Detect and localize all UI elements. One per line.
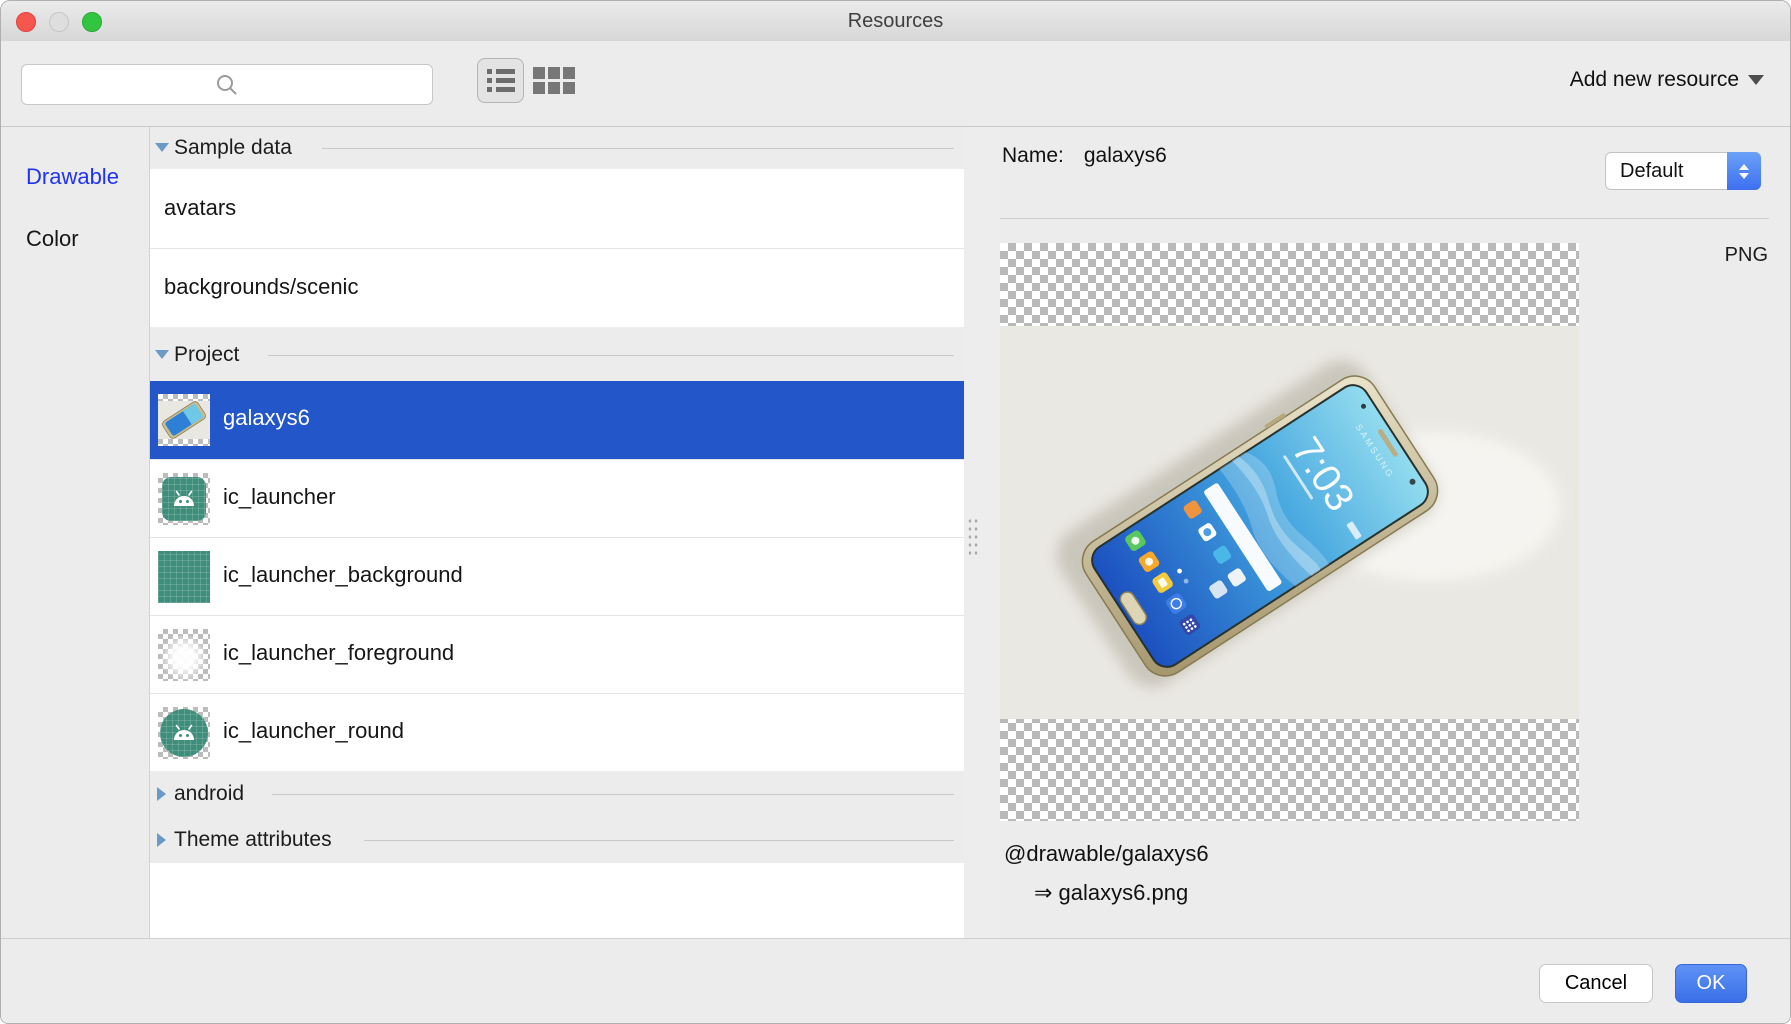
list-view-button[interactable] <box>477 58 524 103</box>
section-label: android <box>174 782 244 806</box>
list-item-label: avatars <box>164 195 236 221</box>
list-item-galaxys6[interactable]: galaxys6 <box>150 381 964 459</box>
search-input[interactable] <box>21 64 433 105</box>
section-label: Theme attributes <box>174 828 332 852</box>
drawable-preview: SAMSUNG 7:03 <box>1000 243 1579 821</box>
name-value: galaxys6 <box>1084 144 1167 168</box>
section-label: Sample data <box>174 136 292 160</box>
ic-launcher-round-thumbnail <box>158 707 210 759</box>
list-item-label: ic_launcher_round <box>223 718 404 744</box>
list-item-label: galaxys6 <box>223 405 310 431</box>
toolbar: Add new resource <box>1 41 1790 127</box>
list-item-label: ic_launcher <box>223 484 336 510</box>
galaxys6-preview-image: SAMSUNG 7:03 <box>1000 326 1579 719</box>
detail-panel: Name: galaxys6 Default PNG <box>1000 127 1791 938</box>
ic-launcher-background-thumbnail <box>158 551 210 603</box>
section-header-android[interactable]: android <box>150 771 964 817</box>
list-item-label: backgrounds/scenic <box>164 274 358 300</box>
android-robot-icon <box>172 724 196 742</box>
triangle-expanded-icon <box>155 350 169 359</box>
dialog-footer: Cancel OK <box>1 938 1790 1024</box>
splitter-grip-icon <box>967 517 978 555</box>
ic-launcher-thumbnail <box>158 473 210 525</box>
resource-list: Sample data avatars backgrounds/scenic P… <box>150 127 964 938</box>
ic-launcher-foreground-thumbnail <box>158 629 210 681</box>
resources-dialog: Resources Add new resource Drawable Col <box>0 0 1791 1024</box>
add-new-resource-button[interactable]: Add new resource <box>1570 68 1764 92</box>
list-item-ic-launcher-foreground[interactable]: ic_launcher_foreground <box>150 616 964 693</box>
list-item-ic-launcher[interactable]: ic_launcher <box>150 460 964 537</box>
resource-type-sidebar: Drawable Color <box>1 127 150 938</box>
list-item-label: ic_launcher_foreground <box>223 640 454 666</box>
list-item-label: ic_launcher_background <box>223 562 463 588</box>
list-view-icon <box>487 69 515 92</box>
sidebar-item-color[interactable]: Color <box>26 226 79 252</box>
section-rule <box>364 840 954 841</box>
triangle-expanded-icon <box>155 143 169 152</box>
stepper-icon <box>1727 152 1761 190</box>
panel-splitter[interactable] <box>964 127 1000 938</box>
resource-reference: @drawable/galaxys6 <box>1004 841 1209 867</box>
variant-dropdown[interactable]: Default <box>1605 152 1761 190</box>
section-header-project[interactable]: Project <box>150 327 964 381</box>
file-reference: ⇒ galaxys6.png <box>1034 880 1188 906</box>
android-robot-icon <box>172 490 196 508</box>
grid-view-button[interactable] <box>533 67 577 95</box>
section-rule <box>322 148 954 149</box>
window-title: Resources <box>1 10 1790 33</box>
title-bar: Resources <box>1 1 1790 42</box>
name-row: Name: galaxys6 <box>1002 144 1167 168</box>
section-header-sample-data[interactable]: Sample data <box>150 127 964 169</box>
list-item-ic-launcher-background[interactable]: ic_launcher_background <box>150 538 964 615</box>
cancel-button[interactable]: Cancel <box>1539 964 1653 1003</box>
section-label: Project <box>174 343 239 367</box>
section-rule <box>272 794 954 795</box>
grid-view-icon <box>533 67 545 79</box>
triangle-collapsed-icon <box>157 833 166 847</box>
chevron-down-icon <box>1748 75 1764 85</box>
ok-button[interactable]: OK <box>1675 964 1747 1003</box>
section-rule <box>268 355 954 356</box>
list-item-backgrounds-scenic[interactable]: backgrounds/scenic <box>150 249 964 327</box>
section-header-theme-attributes[interactable]: Theme attributes <box>150 817 964 863</box>
detail-divider <box>1000 218 1769 219</box>
list-item-avatars[interactable]: avatars <box>150 169 964 248</box>
triangle-collapsed-icon <box>157 787 166 801</box>
list-item-ic-launcher-round[interactable]: ic_launcher_round <box>150 694 964 771</box>
phone-thumb-icon <box>158 401 210 439</box>
variant-value: Default <box>1620 160 1683 183</box>
name-label: Name: <box>1002 144 1064 168</box>
search-icon <box>215 73 239 97</box>
add-new-resource-label: Add new resource <box>1570 68 1739 92</box>
format-badge: PNG <box>1725 244 1768 267</box>
sidebar-item-drawable[interactable]: Drawable <box>26 164 119 190</box>
galaxys6-thumbnail <box>158 394 210 446</box>
